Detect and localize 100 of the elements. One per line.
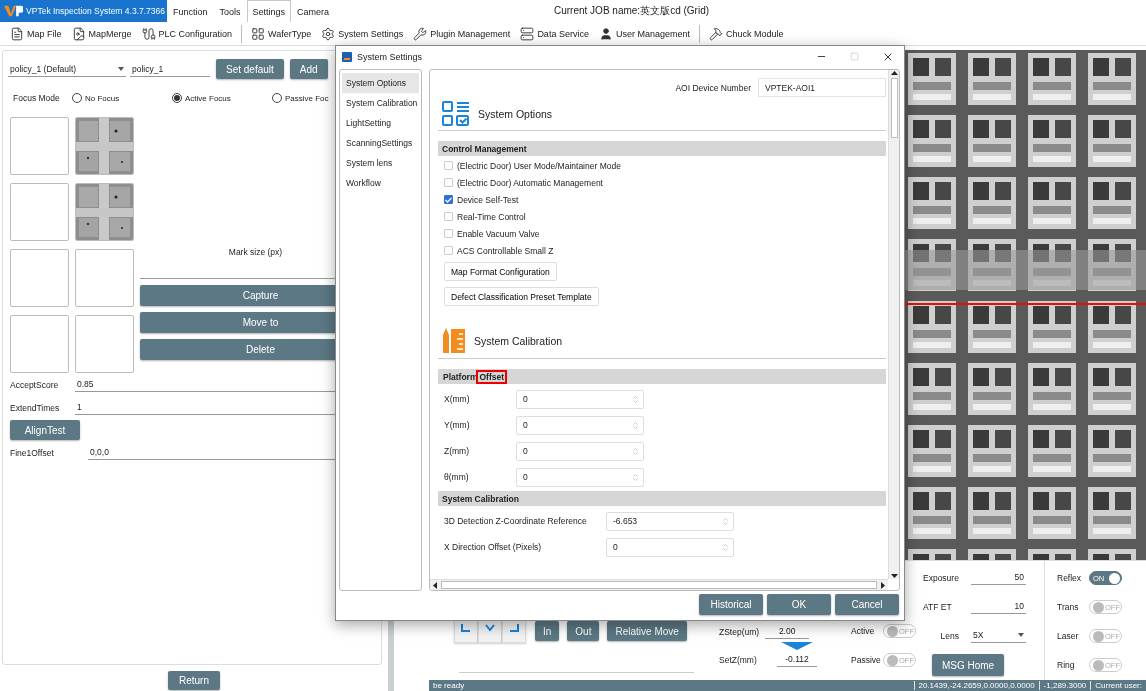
- toggle-label: Active: [851, 626, 876, 636]
- mark-thumbnail[interactable]: [10, 183, 69, 241]
- msg-home-button[interactable]: MSG Home: [932, 654, 1004, 676]
- mark-thumbnail[interactable]: [75, 249, 134, 307]
- focus-radio[interactable]: No Focus: [72, 93, 172, 103]
- number-spinner[interactable]: 0: [516, 415, 644, 435]
- number-spinner[interactable]: 0: [606, 537, 734, 557]
- mark-thumbnail[interactable]: [10, 315, 69, 373]
- arrow-right-icon[interactable]: [881, 581, 886, 589]
- lens-select[interactable]: 5X: [971, 628, 1026, 643]
- app-icon: [342, 51, 352, 62]
- field-label: 3D Detection Z-Coordinate Reference: [444, 516, 588, 526]
- number-spinner[interactable]: 0: [516, 467, 644, 487]
- camera-label: Exposure: [923, 572, 960, 583]
- status-text: Current user:: [1090, 681, 1146, 690]
- document-icon: [10, 26, 24, 41]
- section-header: Control Management: [438, 141, 886, 156]
- dialog-button[interactable]: Cancel: [835, 594, 899, 615]
- device-number-field[interactable]: VPTEK-AOI1: [758, 78, 886, 97]
- focus-mode-label: Focus Mode: [12, 93, 61, 103]
- settings-nav-item[interactable]: LightSetting: [342, 113, 419, 133]
- move-button[interactable]: Out: [567, 621, 600, 641]
- mark-thumbnail[interactable]: [75, 117, 134, 175]
- camera-field[interactable]: 10: [971, 599, 1026, 614]
- return-button[interactable]: Return: [168, 671, 220, 690]
- arrow-up-icon[interactable]: [890, 70, 898, 76]
- field-label: X(mm): [444, 394, 471, 404]
- logo-icon: [4, 4, 24, 18]
- ruler-icon: [442, 326, 466, 355]
- policy-name-field[interactable]: policy_1: [130, 61, 210, 77]
- option-checkbox[interactable]: (Electric Door) Automatic Management: [438, 174, 888, 191]
- option-checkbox[interactable]: ACS Controllable Small Z: [438, 242, 888, 259]
- settings-nav-item[interactable]: System lens: [342, 153, 419, 173]
- move-button[interactable]: In: [535, 621, 560, 641]
- status-text: 20.1439,-24.2659,0.0000,0.0000: [913, 681, 1039, 690]
- number-spinner[interactable]: 0: [516, 441, 644, 461]
- caret-icon: [1018, 633, 1024, 637]
- toolbar-button[interactable]: Plugin Management: [409, 23, 515, 44]
- radio-button[interactable]: [72, 93, 82, 103]
- move-button[interactable]: Relative Move: [607, 621, 687, 641]
- settings-nav-item[interactable]: System Calibration: [342, 93, 419, 113]
- field-label: θ(mm): [444, 472, 470, 482]
- mark-thumbnail[interactable]: [10, 249, 69, 307]
- mark-thumbnail[interactable]: [75, 315, 134, 373]
- triangle-down-icon: [781, 642, 813, 650]
- toolbar-button[interactable]: System Settings: [317, 23, 408, 44]
- arrow-left-icon[interactable]: [432, 581, 437, 589]
- section-heading: System Calibration: [474, 334, 563, 347]
- setz-field[interactable]: -0.112: [777, 652, 817, 667]
- app-title: VPTek Inspection System 4.3.7.7366: [26, 6, 165, 16]
- focus-radio[interactable]: Active Focus: [172, 93, 272, 103]
- mark-thumbnail[interactable]: [75, 183, 134, 241]
- dialog-button[interactable]: OK: [767, 594, 831, 615]
- zstep-label: ZStep(um): [719, 626, 760, 637]
- option-checkbox[interactable]: (Electric Door) User Mode/Maintainer Mode: [438, 157, 888, 174]
- check-icon: [445, 196, 452, 203]
- radio-button[interactable]: [172, 93, 182, 103]
- toolbar-button[interactable]: WaferType: [247, 23, 316, 44]
- chevron-down-icon: [485, 624, 495, 632]
- menu-item[interactable]: Settings: [246, 0, 292, 22]
- status-text: be ready: [432, 681, 466, 690]
- toolbar-button[interactable]: MapMerge: [67, 23, 136, 44]
- option-checkbox[interactable]: Real-Time Control: [438, 208, 888, 225]
- arrow-down-icon[interactable]: [890, 573, 898, 579]
- radio-button[interactable]: [272, 93, 282, 103]
- camera-field[interactable]: 50: [971, 570, 1026, 585]
- field-label: Y(mm): [444, 420, 471, 430]
- toolbar-button[interactable]: Data Service: [516, 23, 593, 44]
- align-test-button[interactable]: AlignTest: [10, 420, 80, 440]
- option-checkbox[interactable]: Device Self-Test: [438, 191, 888, 208]
- number-spinner[interactable]: 0: [516, 389, 644, 409]
- vertical-scrollbar[interactable]: [888, 70, 899, 579]
- horizontal-scrollbar[interactable]: [430, 579, 888, 590]
- option-checkbox[interactable]: Enable Vacuum Valve: [438, 225, 888, 242]
- dialog-button[interactable]: Historical: [699, 594, 763, 615]
- policy-button[interactable]: Set default: [216, 59, 284, 79]
- mark-size-label: Mark size (px): [228, 247, 283, 257]
- toolbar-button[interactable]: User Management: [594, 23, 694, 44]
- cable-icon: [141, 26, 156, 41]
- status-text: -1,289.3000: [1038, 681, 1091, 690]
- light-label: Laser: [1057, 631, 1080, 641]
- setz-label: SetZ(mm): [719, 654, 758, 665]
- checklist-icon: [442, 100, 470, 127]
- number-spinner[interactable]: -6.653: [606, 511, 734, 531]
- zstep-field[interactable]: 2.00: [765, 624, 810, 639]
- config-button[interactable]: Map Format Configuration: [444, 262, 557, 281]
- policy-button[interactable]: Add: [289, 59, 328, 79]
- toolbar-button[interactable]: Map File: [6, 23, 66, 44]
- settings-nav-item[interactable]: Workflow: [342, 173, 419, 193]
- settings-nav-item[interactable]: ScanningSettings: [342, 133, 419, 153]
- job-name: Current JOB name:英文版cd (Grid): [554, 4, 710, 18]
- config-button[interactable]: Defect Classification Preset Template: [444, 287, 599, 306]
- light-label: Reflex: [1057, 573, 1083, 583]
- settings-nav-item[interactable]: System Options: [342, 73, 419, 93]
- field-label: Z(mm): [444, 446, 470, 456]
- toolbar-button[interactable]: PLC Configuration: [137, 23, 237, 44]
- toolbar-button[interactable]: Chuck Module: [704, 23, 788, 44]
- scrollbar-thumb[interactable]: [890, 78, 898, 138]
- policy-select[interactable]: policy_1 (Default): [8, 61, 126, 77]
- mark-thumbnail[interactable]: [10, 117, 69, 175]
